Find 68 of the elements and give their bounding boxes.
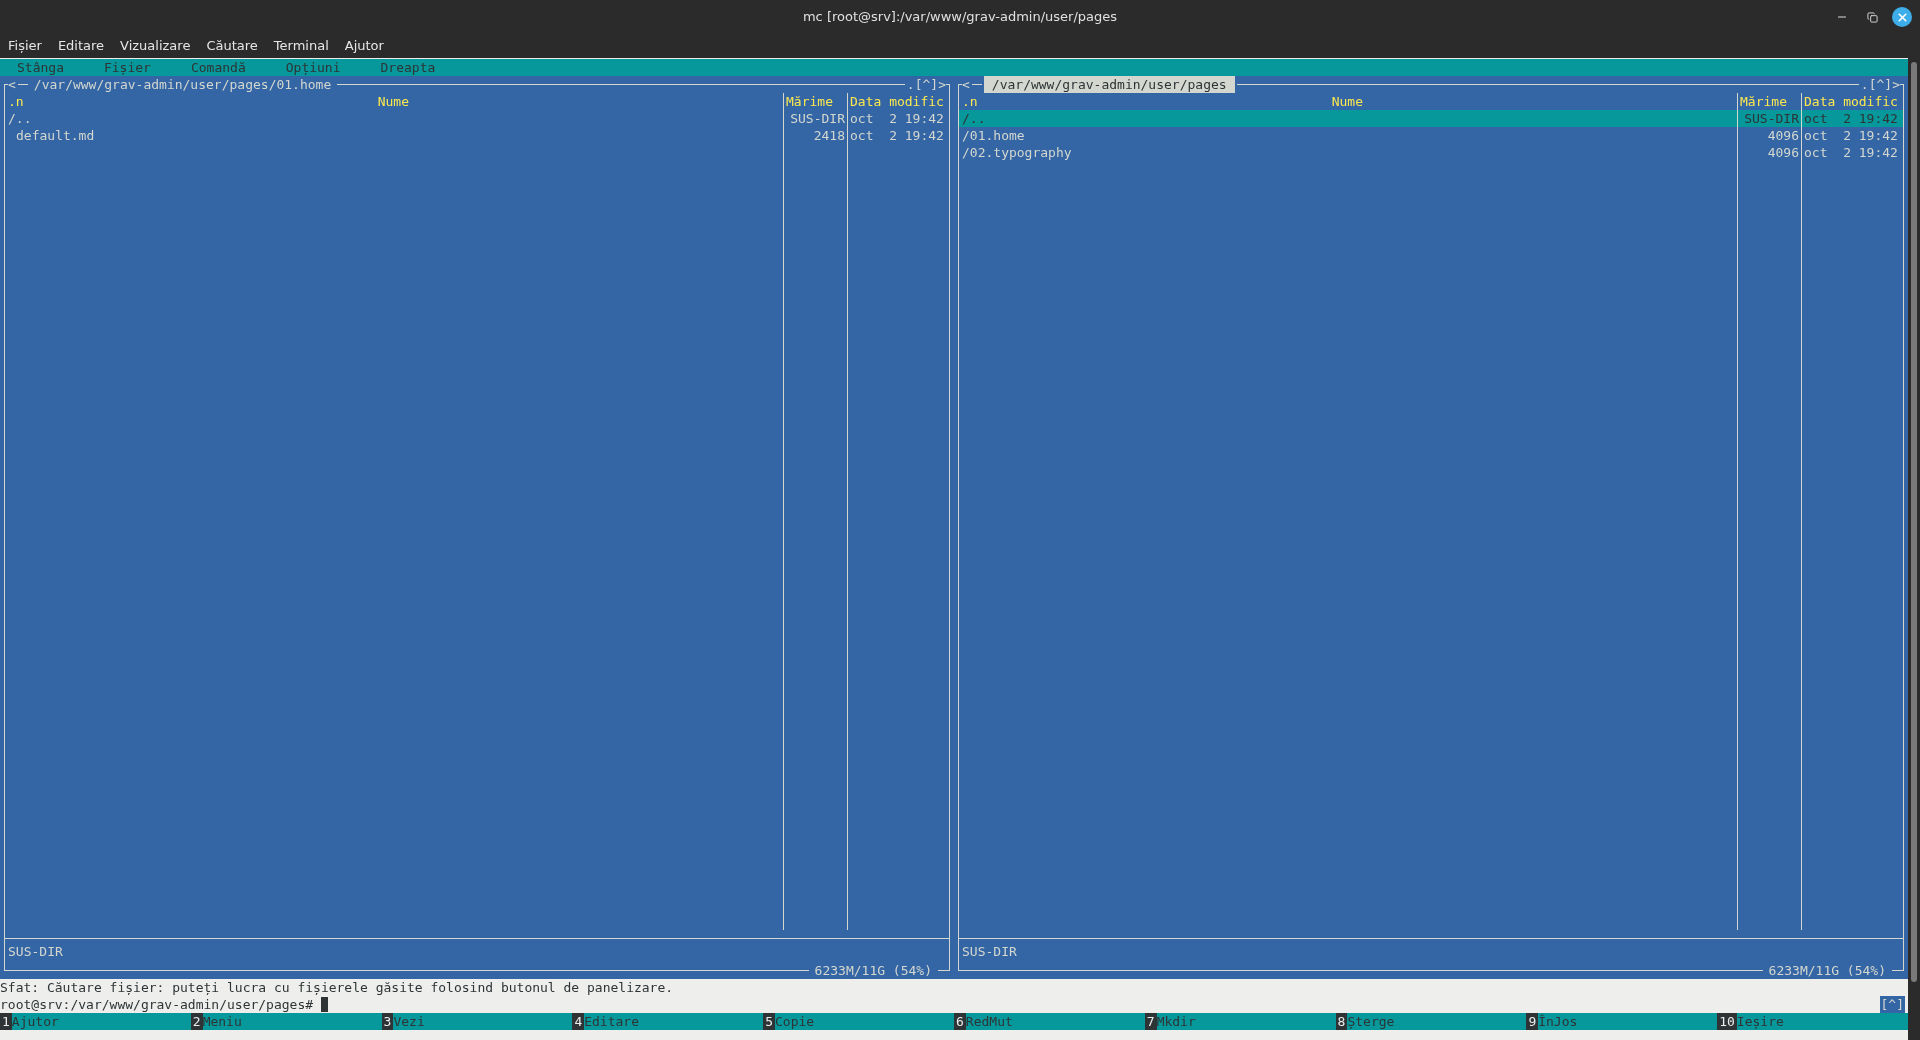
- window-title: mc [root@srv]:/var/www/grav-admin/user/pages: [802, 8, 1118, 27]
- mc-menu-item[interactable]: Opțiuni: [285, 59, 341, 76]
- file-size: 4096: [1766, 127, 1800, 144]
- function-key[interactable]: 4 Editare: [572, 1013, 764, 1030]
- panel-nav-arrow[interactable]: <: [8, 76, 16, 93]
- column-header[interactable]: Data modific: [848, 93, 949, 110]
- menu-item[interactable]: Ajutor: [344, 36, 384, 56]
- disk-usage: 6233M/11G (54%): [813, 962, 933, 979]
- panel-nav-arrow[interactable]: <: [962, 76, 970, 93]
- mc-menu-item[interactable]: Stânga: [17, 59, 64, 76]
- file-name: /..: [7, 110, 32, 127]
- file-row[interactable]: /02.typography: [959, 144, 1737, 161]
- file-row[interactable]: default.md: [5, 127, 783, 144]
- history-button[interactable]: [^]: [1879, 996, 1905, 1013]
- function-key[interactable]: 8 Șterge: [1335, 1013, 1527, 1030]
- shell-prompt: root@srv:/var/www/grav-admin/user/pages#: [0, 996, 314, 1013]
- panel-path: /var/www/grav-admin/user/pages/01.home: [32, 76, 333, 93]
- column-header[interactable]: Data modific: [1802, 93, 1903, 110]
- file-name: default.md: [15, 127, 95, 144]
- file-name: /02.typography: [961, 144, 1072, 161]
- function-key[interactable]: 2 Meniu: [190, 1013, 382, 1030]
- mini-status: SUS-DIR: [7, 944, 63, 959]
- function-key[interactable]: 3 Vezi: [381, 1013, 573, 1030]
- file-size: SUS-DIR: [1738, 110, 1801, 127]
- file-row[interactable]: /01.home: [959, 127, 1737, 144]
- cursor: [321, 997, 329, 1012]
- column-header[interactable]: Nume: [377, 93, 429, 110]
- mc-menu-item[interactable]: Comandă: [190, 59, 246, 76]
- file-date: oct 2 19:42: [1803, 144, 1899, 161]
- scrollbar[interactable]: [1908, 58, 1920, 1040]
- hint-text: Sfat: Căutare fișier: puteți lucra cu fișierele găsite folosind butonul de panelizare.: [0, 979, 675, 996]
- column-header[interactable]: Mărime: [784, 93, 847, 110]
- menu-item[interactable]: Vizualizare: [120, 36, 191, 56]
- history-toggle[interactable]: .[^]>: [906, 76, 946, 93]
- mc-menu-item[interactable]: Fișier: [103, 59, 151, 76]
- history-toggle[interactable]: .[^]>: [1860, 76, 1900, 93]
- file-row[interactable]: /..: [5, 110, 783, 127]
- file-date: oct 2 19:42: [849, 110, 945, 127]
- function-key[interactable]: 10 Ieșire: [1717, 1013, 1908, 1030]
- menu-item[interactable]: Editare: [57, 36, 105, 56]
- menu-item[interactable]: Căutare: [206, 36, 258, 56]
- function-key[interactable]: 9 ÎnJos: [1526, 1013, 1718, 1030]
- file-date: oct 2 19:42: [1802, 110, 1903, 127]
- column-header[interactable]: Nume: [1331, 93, 1383, 110]
- file-size: 2418: [812, 127, 846, 144]
- file-name: /..: [961, 110, 986, 127]
- mini-status: SUS-DIR: [961, 944, 1017, 959]
- menu-item[interactable]: Fișier: [8, 36, 42, 56]
- sort-indicator[interactable]: .n: [5, 93, 24, 110]
- file-size: SUS-DIR: [789, 110, 846, 127]
- function-key[interactable]: 7 Mkdir: [1144, 1013, 1336, 1030]
- sort-indicator[interactable]: .n: [959, 93, 978, 110]
- close-icon: [1895, 10, 1909, 24]
- close-button[interactable]: [1892, 7, 1912, 27]
- file-date: oct 2 19:42: [849, 127, 945, 144]
- file-size: 4096: [1766, 144, 1800, 161]
- menu-item[interactable]: Terminal: [273, 36, 329, 56]
- file-row[interactable]: /..: [959, 110, 1737, 127]
- function-key[interactable]: 1 Ajutor: [0, 1013, 191, 1030]
- disk-usage: 6233M/11G (54%): [1767, 962, 1887, 979]
- function-key[interactable]: 5 Copie: [763, 1013, 954, 1030]
- function-key[interactable]: 6 RedMut: [954, 1013, 1145, 1030]
- column-header[interactable]: Mărime: [1738, 93, 1801, 110]
- mc-menu-item[interactable]: Dreapta: [380, 59, 436, 76]
- file-date: oct 2 19:42: [1803, 127, 1899, 144]
- panel-path: /var/www/grav-admin/user/pages: [983, 76, 1235, 93]
- file-name: /01.home: [961, 127, 1025, 144]
- restore-icon: [1866, 11, 1878, 23]
